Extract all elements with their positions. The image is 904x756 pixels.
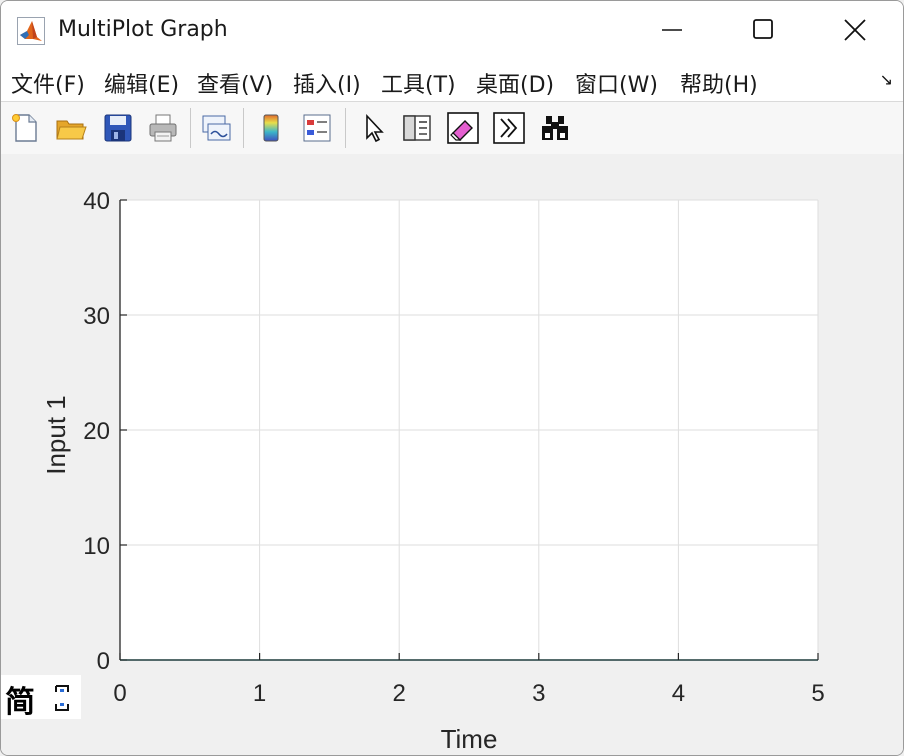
title-bar[interactable]: MultiPlot Graph bbox=[1, 1, 903, 61]
menu-view[interactable]: 查看(V) bbox=[197, 67, 273, 99]
minimize-icon bbox=[662, 29, 682, 31]
toolbar-separator bbox=[345, 108, 346, 148]
menu-bar: 文件(F) 编辑(E) 查看(V) 插入(I) 工具(T) 桌面(D) 窗口(W… bbox=[1, 61, 903, 101]
x-tick-label: 0 bbox=[113, 680, 126, 707]
minimize-button[interactable] bbox=[649, 7, 695, 53]
menu-tools[interactable]: 工具(T) bbox=[381, 67, 456, 99]
figure-toolbar bbox=[1, 101, 903, 155]
x-axis-label: Time bbox=[441, 724, 498, 754]
maximize-icon bbox=[753, 19, 773, 39]
ime-mode-label: 简 bbox=[5, 685, 35, 720]
select-arrow-icon[interactable] bbox=[358, 112, 390, 144]
print-icon[interactable] bbox=[147, 112, 179, 144]
binoculars-icon[interactable] bbox=[539, 112, 571, 144]
link-plot-icon[interactable] bbox=[200, 112, 232, 144]
toolbar-separator bbox=[243, 108, 244, 148]
legend-icon[interactable] bbox=[301, 112, 333, 144]
x-tick-label: 1 bbox=[253, 680, 266, 707]
menu-edit[interactable]: 编辑(E) bbox=[104, 67, 179, 99]
open-file-icon[interactable] bbox=[55, 112, 87, 144]
y-axis-label: Input 1 bbox=[41, 395, 71, 475]
colorbar-icon[interactable] bbox=[255, 112, 287, 144]
y-tick-label: 40 bbox=[83, 188, 110, 215]
y-tick-label: 20 bbox=[83, 418, 110, 445]
close-icon bbox=[844, 19, 866, 41]
x-tick-label: 5 bbox=[811, 680, 824, 707]
window-title: MultiPlot Graph bbox=[58, 17, 228, 42]
new-figure-icon[interactable] bbox=[9, 112, 41, 144]
menu-file[interactable]: 文件(F) bbox=[11, 67, 85, 99]
maximize-button[interactable] bbox=[740, 7, 786, 53]
menu-window[interactable]: 窗口(W) bbox=[575, 67, 658, 99]
brush-eraser-icon[interactable] bbox=[447, 112, 479, 144]
plot-axes[interactable]: 0 1 2 3 4 5 0 10 20 30 40 Time Input 1 bbox=[1, 154, 903, 755]
dock-arrow-icon[interactable]: ↘ bbox=[880, 70, 893, 89]
property-inspector-icon[interactable] bbox=[401, 112, 433, 144]
matlab-logo-icon bbox=[17, 17, 45, 45]
ime-indicator[interactable]: 简 bbox=[1, 675, 81, 720]
y-tick-label: 30 bbox=[83, 303, 110, 330]
x-tick-label: 3 bbox=[532, 680, 545, 707]
y-tick-label: 0 bbox=[97, 648, 110, 675]
menu-insert[interactable]: 插入(I) bbox=[293, 67, 361, 99]
close-button[interactable] bbox=[832, 7, 878, 53]
menu-desktop[interactable]: 桌面(D) bbox=[476, 67, 554, 99]
figure-canvas[interactable]: 0 1 2 3 4 5 0 10 20 30 40 Time Input 1 bbox=[1, 154, 903, 755]
figure-window: MultiPlot Graph 文件(F) 编辑(E) 查看(V) 插入(I) … bbox=[0, 0, 904, 756]
toolbar-separator bbox=[190, 108, 191, 148]
menu-help[interactable]: 帮助(H) bbox=[680, 67, 758, 99]
ime-fullwidth-icon bbox=[55, 685, 69, 711]
forward-icon[interactable] bbox=[493, 112, 525, 144]
save-icon[interactable] bbox=[102, 112, 134, 144]
x-tick-label: 2 bbox=[393, 680, 406, 707]
y-tick-label: 10 bbox=[83, 533, 110, 560]
x-tick-label: 4 bbox=[672, 680, 685, 707]
